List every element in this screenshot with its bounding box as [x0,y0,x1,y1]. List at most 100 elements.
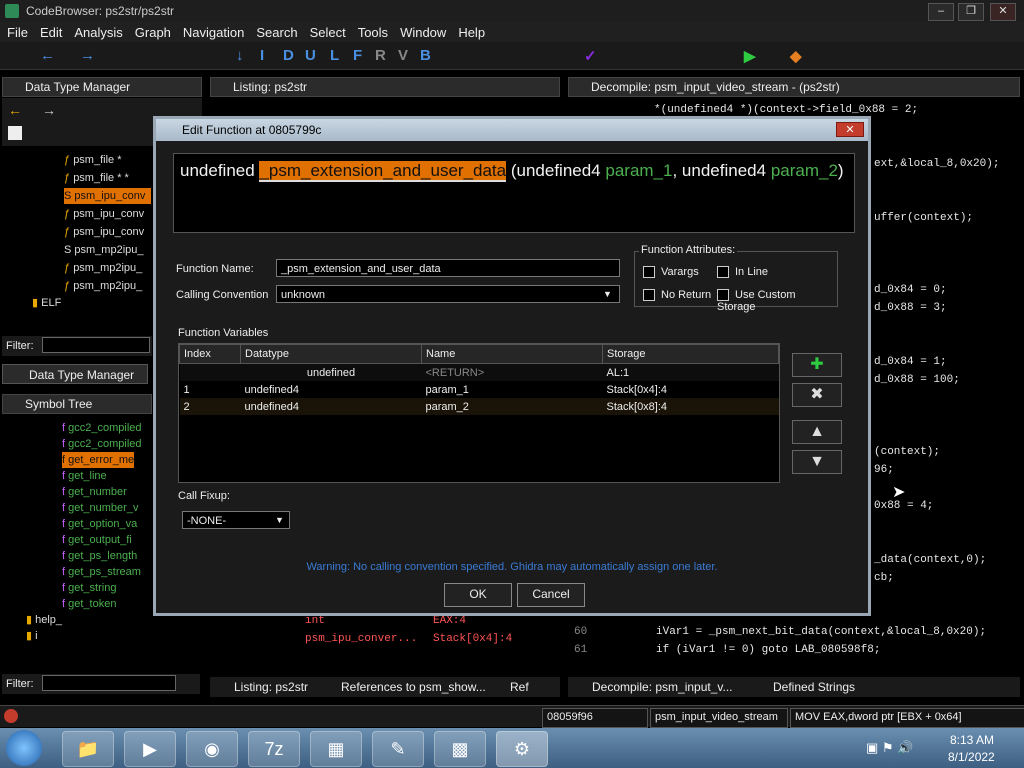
toolbar-v[interactable]: V [398,47,408,64]
menu-tools[interactable]: Tools [351,22,393,40]
tree-item[interactable]: ƒ psm_ipu_conv [64,206,144,222]
table-row[interactable]: undefined <RETURN> AL:1 [179,363,779,382]
cell-storage[interactable]: Stack[0x4]:4 [603,381,779,398]
tree-item[interactable]: ƒ psm_mp2ipu_ [64,278,142,294]
symbol-filter-input[interactable] [42,675,176,691]
tray-icons[interactable]: ▣ ⚑ 🔊 [866,740,913,756]
tree-item[interactable]: S psm_mp2ipu_ [64,242,144,258]
table-row[interactable]: 2 undefined4 param_2 Stack[0x8]:4 [179,398,779,415]
toolbar-l[interactable]: L [330,47,339,64]
toolbar-f[interactable]: F [353,47,362,64]
function-signature-editor[interactable]: undefined _psm_extension_and_user_data (… [173,153,855,233]
chevron-down-icon[interactable]: ▼ [603,287,612,301]
terminal-icon[interactable]: ▩ [434,731,486,767]
file-explorer-icon[interactable]: 📁 [62,731,114,767]
tree-item[interactable]: S psm_ipu_conv [64,188,152,204]
cell-name[interactable]: param_2 [422,398,603,415]
tree-item[interactable]: f get_number [62,484,127,500]
tree-item[interactable]: f get_number_v [62,500,138,516]
tab-defined-strings[interactable]: Defined Strings [773,677,855,697]
add-variable-button[interactable]: ✚ [792,353,842,377]
dialog-close-button[interactable]: ✕ [836,122,864,137]
tab-decompile[interactable]: Decompile: psm_input_v... [592,677,733,697]
start-button[interactable] [6,730,42,766]
function-name-input[interactable]: _psm_extension_and_user_data [276,259,620,277]
tab-listing[interactable]: Listing: ps2str [234,677,308,697]
tree-item[interactable]: ƒ psm_file * [64,152,121,168]
dtm-forward-icon[interactable]: → [42,102,56,118]
cell-name[interactable]: <RETURN> [422,364,603,382]
tab-references[interactable]: References to psm_show... [341,677,486,697]
chevron-down-icon[interactable]: ▼ [275,513,284,527]
dtm-back-icon[interactable]: ← [8,102,22,118]
column-header-index[interactable]: Index [179,344,241,364]
column-header-name[interactable]: Name [421,344,603,364]
minimize-button[interactable]: – [928,3,954,21]
tree-item[interactable]: ƒ psm_file * * [64,170,129,186]
cell-datatype[interactable]: undefined4 [241,381,422,398]
tree-item[interactable]: ▮ ELF [32,295,61,311]
toolbar-d[interactable]: D [283,47,294,64]
call-fixup-select[interactable]: -NONE- ▼ [182,511,290,529]
stop-icon[interactable]: ◆ [790,47,802,65]
chrome-icon[interactable]: ◉ [186,731,238,767]
tree-item[interactable]: f get_ps_stream [62,564,141,580]
toolbar-i[interactable]: I [260,47,264,64]
move-down-button[interactable]: ▼ [792,450,842,474]
ghidra-icon[interactable]: ⚙ [496,731,548,767]
dtm-tab[interactable]: Data Type Manager [2,364,148,384]
table-row[interactable]: 1 undefined4 param_1 Stack[0x4]:4 [179,381,779,398]
toolbar-b[interactable]: B [420,47,431,64]
run-icon[interactable]: ▶ [744,47,756,65]
tree-item[interactable]: f get_option_va [62,516,137,532]
inline-checkbox[interactable]: In Line [717,266,768,279]
varargs-checkbox[interactable]: Varargs [643,266,699,279]
move-up-button[interactable]: ▲ [792,420,842,444]
maximize-button[interactable]: ❐ [958,3,984,21]
tree-item[interactable]: ▮ help_ [26,612,62,628]
cancel-button[interactable]: Cancel [517,583,585,607]
menu-window[interactable]: Window [393,22,451,40]
menu-navigation[interactable]: Navigation [176,22,249,40]
tree-item[interactable]: f get_error_me [62,452,135,468]
menu-select[interactable]: Select [303,22,351,40]
menu-help[interactable]: Help [451,22,490,40]
ok-button[interactable]: OK [444,583,512,607]
remove-variable-button[interactable]: ✖ [792,383,842,407]
tree-item[interactable]: ƒ psm_mp2ipu_ [64,260,142,276]
tree-item[interactable]: f get_ps_length [62,548,137,564]
tree-item[interactable]: f gcc2_compiled [62,420,142,436]
notepad-icon[interactable]: ✎ [372,731,424,767]
no-return-checkbox[interactable]: No Return [643,289,711,302]
tree-item[interactable]: f get_output_fi [62,532,132,548]
cell-datatype[interactable]: undefined [241,364,422,382]
seven-zip-icon[interactable]: 7z [248,731,300,767]
column-header-datatype[interactable]: Datatype [240,344,422,364]
menu-edit[interactable]: Edit [33,22,67,40]
tree-item[interactable]: f get_line [62,468,107,484]
check-icon[interactable]: ✓ [584,47,597,65]
tree-item[interactable]: f get_string [62,580,116,596]
archive-icon[interactable]: ▦ [310,731,362,767]
cell-storage[interactable]: Stack[0x8]:4 [603,398,779,415]
dtm-filter-input[interactable] [42,337,150,353]
menu-analysis[interactable]: Analysis [67,22,127,40]
forward-arrow-icon[interactable]: → [80,47,95,64]
back-arrow-icon[interactable]: ← [40,47,55,64]
down-arrow-icon[interactable]: ↓ [236,47,244,64]
cell-storage[interactable]: AL:1 [603,364,779,382]
cell-datatype[interactable]: undefined4 [241,398,422,415]
custom-storage-checkbox[interactable]: Use Custom Storage [717,289,837,313]
media-player-icon[interactable]: ▶ [124,731,176,767]
menu-graph[interactable]: Graph [128,22,176,40]
column-header-storage[interactable]: Storage [602,344,779,364]
tab-ref[interactable]: Ref [510,677,529,697]
tree-item[interactable]: ▮ i [26,628,38,644]
tree-item[interactable]: f gcc2_compiled [62,436,142,452]
menu-search[interactable]: Search [249,22,302,40]
cell-name[interactable]: param_1 [422,381,603,398]
dtm-collapse-icon[interactable] [8,126,22,140]
menu-file[interactable]: File [0,22,33,40]
toolbar-u[interactable]: U [305,47,316,64]
tree-item[interactable]: f get_token [62,596,116,612]
